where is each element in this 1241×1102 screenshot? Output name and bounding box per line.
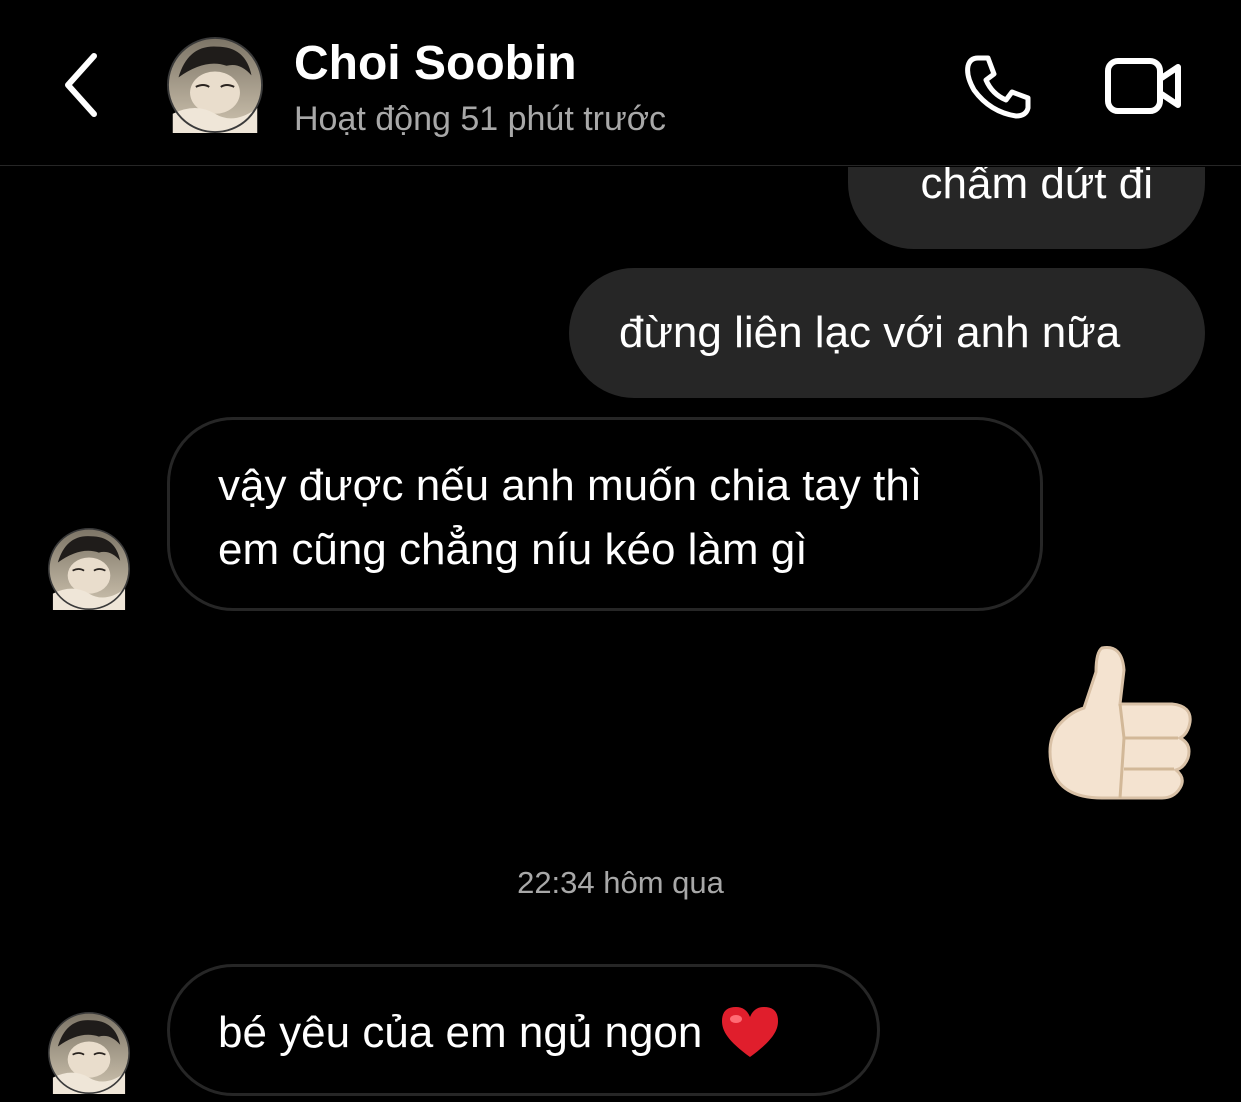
received-message-bubble[interactable]: vậy được nếu anh muốn chia tay thì em cũ…: [167, 417, 1043, 611]
sender-avatar[interactable]: [48, 528, 130, 610]
contact-avatar[interactable]: [167, 37, 263, 133]
thumbs-up-icon: [1048, 645, 1192, 800]
message-content: bé yêu của em ngủ ngon: [218, 1005, 780, 1061]
sent-message-bubble[interactable]: đừng liên lạc với anh nữa: [569, 268, 1205, 398]
message-text: đừng liên lạc với anh nữa: [619, 308, 1121, 357]
message-text: bé yêu của em ngủ ngon: [218, 1008, 703, 1057]
phone-icon: [965, 55, 1031, 119]
back-button[interactable]: [56, 50, 112, 120]
chat-header: Choi Soobin Hoạt động 51 phút trước: [0, 0, 1241, 166]
active-status: Hoạt động 51 phút trước: [294, 100, 667, 138]
contact-name[interactable]: Choi Soobin: [294, 36, 577, 91]
video-call-button[interactable]: [1104, 55, 1184, 117]
message-timestamp: 22:34 hôm qua: [517, 865, 724, 900]
message-line: vậy được nếu anh muốn chia tay thì: [218, 461, 923, 510]
sender-avatar[interactable]: [48, 1012, 130, 1094]
back-chevron-icon: [65, 53, 97, 117]
message-text: chấm dứt đi: [920, 167, 1153, 208]
voice-call-button[interactable]: [960, 50, 1036, 120]
received-message-bubble[interactable]: bé yêu của em ngủ ngon: [167, 964, 880, 1096]
thumbs-up-emoji[interactable]: [1040, 642, 1200, 807]
sent-message-bubble[interactable]: chấm dứt đi: [848, 167, 1205, 249]
message-text: vậy được nếu anh muốn chia tay thì em cũ…: [218, 454, 922, 582]
red-heart-emoji-icon: [722, 1007, 779, 1057]
message-line: em cũng chẳng níu kéo làm gì: [218, 525, 808, 574]
message-thread[interactable]: chấm dứt đi đừng liên lạc với anh nữa vậ…: [0, 167, 1241, 1102]
video-camera-icon: [1105, 58, 1181, 114]
